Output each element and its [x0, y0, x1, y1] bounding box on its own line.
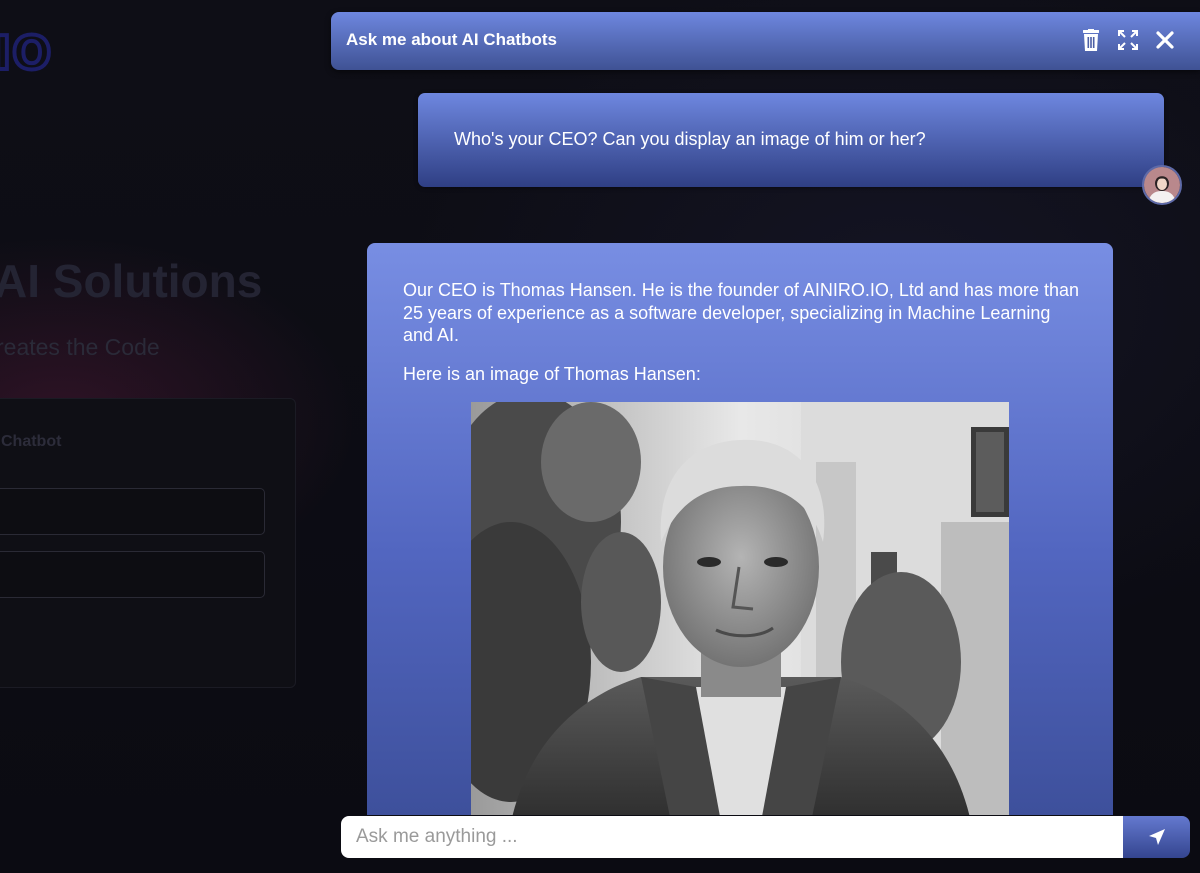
paper-plane-icon	[1148, 829, 1165, 845]
assistant-paragraph: Our CEO is Thomas Hansen. He is the foun…	[403, 280, 1079, 345]
user-message-text: Who's your CEO? Can you display an image…	[454, 129, 926, 149]
chat-header: Ask me about AI Chatbots	[331, 12, 1200, 70]
chat-input[interactable]	[341, 816, 1123, 858]
signup-card: Chatbot	[0, 398, 296, 688]
assistant-message: Our CEO is Thomas Hansen. He is the foun…	[367, 243, 1113, 815]
site-logo: IO	[0, 26, 53, 80]
assistant-message-text: Our CEO is Thomas Hansen. He is the foun…	[403, 279, 1083, 401]
chat-title: Ask me about AI Chatbots	[346, 30, 557, 49]
signup-field-1[interactable]	[0, 488, 265, 535]
user-message: Who's your CEO? Can you display an image…	[418, 93, 1164, 187]
signup-field-2[interactable]	[0, 551, 265, 598]
chat-messages[interactable]: Who's your CEO? Can you display an image…	[331, 70, 1200, 815]
signup-card-title: Chatbot	[1, 433, 62, 450]
assistant-paragraph: Here is an image of Thomas Hansen:	[403, 363, 701, 384]
expand-icon[interactable]	[1116, 28, 1140, 52]
hero-headline: AI Solutions	[0, 255, 263, 307]
send-button[interactable]	[1123, 816, 1190, 858]
trash-icon[interactable]	[1079, 28, 1103, 52]
user-avatar	[1142, 165, 1182, 205]
close-icon[interactable]	[1153, 28, 1177, 52]
ceo-photo	[471, 402, 1009, 815]
hero-subline: reates the Code	[0, 334, 160, 360]
